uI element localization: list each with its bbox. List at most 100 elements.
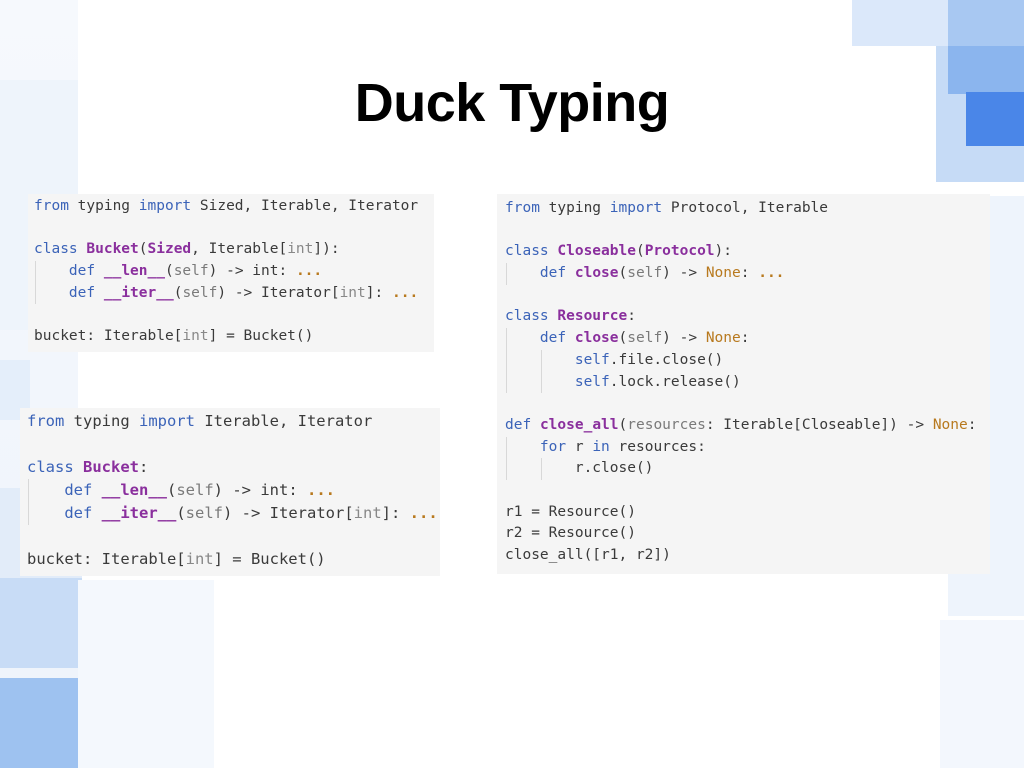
code-line: bucket: Iterable[int] = Bucket()	[34, 326, 428, 348]
code-block-sized-bucket: from typing import Sized, Iterable, Iter…	[28, 194, 434, 352]
code-token: close_all([r1, r2])	[505, 547, 671, 563]
code-line: r.close()	[505, 458, 982, 480]
code-token: bucket: Iterable[	[34, 328, 183, 345]
code-token: __len__	[103, 263, 165, 280]
code-token: self	[574, 351, 610, 368]
code-token: ...	[409, 504, 438, 522]
code-line: class Bucket(Sized, Iterable[int]):	[34, 239, 428, 261]
indent-guide	[506, 263, 507, 285]
code-token: from	[505, 200, 540, 216]
code-token: Protocol, Iterable	[662, 200, 829, 216]
code-token: (	[635, 243, 645, 260]
code-token: ]:	[381, 504, 410, 522]
code-token: :	[740, 330, 750, 347]
indent-guide	[28, 479, 29, 502]
code-token: class	[27, 458, 74, 476]
code-token: None	[705, 330, 741, 347]
code-token: __iter__	[103, 284, 174, 301]
indent-guide	[28, 502, 29, 525]
code-token: bucket: Iterable[	[27, 550, 186, 568]
code-token: Protocol	[644, 243, 715, 260]
code-token: import	[138, 198, 192, 214]
code-token: Closeable	[557, 243, 636, 260]
code-line: def __iter__(self) -> Iterator[int]: ...	[34, 282, 428, 305]
code-token: (	[176, 504, 186, 522]
code-token: int	[287, 241, 314, 258]
code-token: ]:	[365, 284, 392, 301]
code-token: ]):	[313, 241, 340, 258]
code-token: close	[574, 265, 619, 282]
code-token: int	[339, 284, 366, 301]
code-token: .lock.release()	[609, 373, 741, 390]
code-token: ) -> int:	[213, 481, 307, 499]
code-token: : Iterable[Closeable]) ->	[705, 416, 933, 433]
code-token: (	[618, 330, 628, 347]
indent-guide	[35, 261, 36, 283]
code-token: __iter__	[101, 504, 177, 522]
decorative-square	[78, 580, 214, 768]
code-token: ...	[758, 265, 785, 282]
code-token: None	[705, 265, 741, 282]
code-token: in	[592, 438, 610, 455]
code-token: Sized, Iterable, Iterator	[191, 198, 419, 214]
code-token: ] = Bucket()	[208, 328, 314, 345]
code-token: .file.close()	[609, 351, 724, 368]
code-token: :	[967, 416, 977, 433]
code-token: self	[185, 504, 223, 522]
code-token: int	[353, 504, 382, 522]
indent-guide	[506, 436, 507, 459]
code-token: typing	[68, 198, 139, 214]
code-token: close_all	[539, 416, 619, 433]
code-token: ) ->	[662, 330, 706, 347]
code-token: self	[173, 263, 209, 280]
code-token: ] = Bucket()	[213, 550, 326, 568]
code-token: ) -> Iterator[	[217, 284, 340, 301]
code-token: def	[505, 416, 532, 433]
code-token: for	[539, 438, 567, 455]
code-token: (	[618, 265, 628, 282]
code-token: import	[609, 200, 663, 216]
code-token: class	[505, 308, 549, 325]
code-token: def	[64, 481, 93, 499]
indent-guide	[540, 349, 542, 372]
code-token: Bucket	[83, 458, 140, 476]
code-line: def close_all(resources: Iterable[Closea…	[505, 415, 982, 437]
code-line: def close(self) -> None: ...	[505, 263, 982, 285]
code-token: self	[176, 481, 214, 499]
code-token: self	[627, 265, 663, 282]
indent-guide	[540, 371, 542, 394]
code-token: :	[740, 265, 759, 282]
code-token: class	[505, 243, 549, 260]
decorative-square	[0, 578, 82, 668]
indent-guide	[506, 349, 507, 372]
code-token: r1 = Resource()	[505, 503, 636, 520]
code-token: :	[627, 308, 636, 325]
code-token: def	[539, 265, 567, 282]
code-token: ...	[307, 481, 335, 499]
code-token: (	[164, 263, 174, 280]
code-token: ) -> Iterator[	[223, 504, 354, 522]
indent-guide	[540, 458, 542, 480]
code-line: def __iter__(self) -> Iterator[int]: ...	[27, 502, 438, 525]
code-token: ...	[391, 284, 419, 301]
code-line: r2 = Resource()	[505, 523, 982, 545]
code-token: self	[627, 330, 663, 347]
code-token: ):	[714, 243, 733, 260]
indent-guide	[506, 458, 507, 480]
code-token: Resource	[557, 308, 628, 325]
code-token: from	[34, 198, 69, 214]
